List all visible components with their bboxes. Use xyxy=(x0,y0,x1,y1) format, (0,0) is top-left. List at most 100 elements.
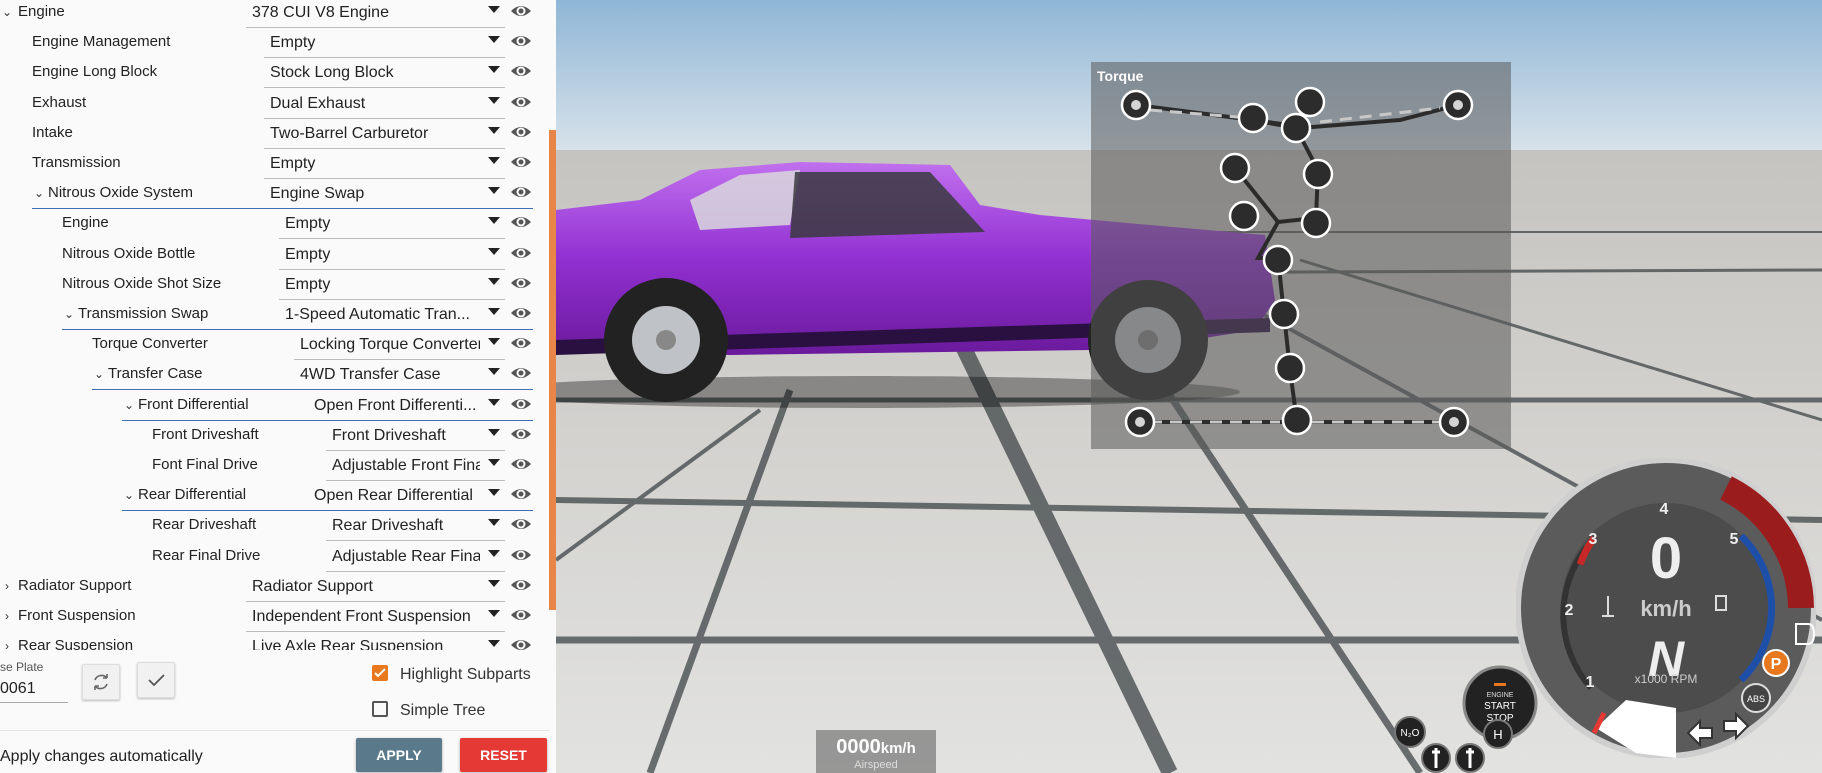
visibility-toggle[interactable] xyxy=(509,242,533,264)
visibility-toggle[interactable] xyxy=(509,30,533,52)
tree-row[interactable]: Exhaust Dual Exhaust xyxy=(0,89,549,119)
chevron-right-icon[interactable]: › xyxy=(0,578,14,594)
tree-row[interactable]: Nitrous Oxide Shot Size Empty xyxy=(0,270,549,300)
chevron-down-icon[interactable]: ⌄ xyxy=(32,185,46,201)
tree-row[interactable]: Transmission Empty xyxy=(0,149,549,179)
dropdown-arrow-icon[interactable] xyxy=(488,36,500,44)
visibility-eye-icon[interactable] xyxy=(509,332,533,354)
dropdown-arrow-icon[interactable] xyxy=(488,368,500,376)
visibility-toggle[interactable] xyxy=(509,121,533,143)
part-select[interactable]: Locking Torque Converter xyxy=(300,336,480,354)
part-select[interactable]: Adjustable Front Final Drive xyxy=(332,457,480,475)
visibility-eye-icon[interactable] xyxy=(509,604,533,626)
dropdown-arrow-icon[interactable] xyxy=(488,519,500,527)
tree-row[interactable]: Rear Driveshaft Rear Driveshaft xyxy=(0,511,549,542)
apply-automatically-label[interactable]: Apply changes automatically xyxy=(0,748,203,766)
part-select[interactable]: Independent Front Suspension xyxy=(252,608,480,626)
dropdown-arrow-icon[interactable] xyxy=(488,489,500,497)
dropdown-arrow-icon[interactable] xyxy=(488,217,500,225)
chevron-down-icon[interactable]: ⌄ xyxy=(122,487,136,503)
part-select[interactable]: Open Front Differenti... xyxy=(314,397,480,415)
visibility-eye-icon[interactable] xyxy=(509,181,533,203)
simple-tree-checkbox[interactable] xyxy=(372,701,388,717)
reset-button[interactable]: RESET xyxy=(460,738,547,772)
tree-row[interactable]: Intake Two-Barrel Carburetor xyxy=(0,119,549,149)
dropdown-arrow-icon[interactable] xyxy=(488,610,500,617)
visibility-eye-icon[interactable] xyxy=(509,393,533,415)
dropdown-arrow-icon[interactable] xyxy=(488,157,500,164)
dropdown-arrow-icon[interactable] xyxy=(488,338,500,346)
game-viewport[interactable]: Torque 0000km/h Airspeed ENGINE START ST… xyxy=(556,0,1822,773)
tree-row[interactable]: Rear Final Drive Adjustable Rear Final Dr… xyxy=(0,542,549,572)
visibility-eye-icon[interactable] xyxy=(509,242,533,264)
tree-row[interactable]: Nitrous Oxide Bottle Empty xyxy=(0,240,549,270)
visibility-toggle[interactable] xyxy=(509,181,533,203)
part-select[interactable]: Adjustable Rear Final Drive xyxy=(332,548,480,566)
part-select[interactable]: Stock Long Block xyxy=(270,64,480,82)
tree-row[interactable]: › Rear Suspension Live Axle Rear Suspensio… xyxy=(0,632,549,650)
visibility-eye-icon[interactable] xyxy=(509,423,533,445)
visibility-eye-icon[interactable] xyxy=(509,453,533,475)
dropdown-arrow-icon[interactable] xyxy=(488,308,500,315)
tree-row[interactable]: › Front Suspension Independent Front Suspe… xyxy=(0,602,549,632)
part-select[interactable]: Two-Barrel Carburetor xyxy=(270,125,480,143)
visibility-toggle[interactable] xyxy=(509,634,533,650)
randomize-button[interactable] xyxy=(82,664,120,700)
dropdown-arrow-icon[interactable] xyxy=(488,126,500,134)
apply-button[interactable]: APPLY xyxy=(356,738,442,772)
visibility-toggle[interactable] xyxy=(509,483,533,505)
tree-row[interactable]: › Radiator Support Radiator Support xyxy=(0,572,549,602)
dropdown-arrow-icon[interactable] xyxy=(488,428,500,436)
visibility-eye-icon[interactable] xyxy=(509,483,533,505)
tree-row[interactable]: ⌄ Transmission Swap 1-Speed Automatic Tran… xyxy=(0,300,549,330)
tree-row[interactable]: ⌄ Transfer Case 4WD Transfer Case xyxy=(0,360,549,391)
visibility-eye-icon[interactable] xyxy=(509,121,533,143)
visibility-toggle[interactable] xyxy=(509,423,533,445)
part-select[interactable]: 378 CUI V8 Engine xyxy=(252,4,480,22)
visibility-toggle[interactable] xyxy=(509,211,533,233)
dropdown-arrow-icon[interactable] xyxy=(488,247,500,255)
dropdown-arrow-icon[interactable] xyxy=(488,579,500,587)
visibility-toggle[interactable] xyxy=(509,302,533,324)
visibility-eye-icon[interactable] xyxy=(509,634,533,650)
tree-row[interactable]: ⌄ Nitrous Oxide System Engine Swap xyxy=(0,179,549,210)
tree-row[interactable]: ⌄ Front Differential Open Front Differenti… xyxy=(0,391,549,421)
visibility-toggle[interactable] xyxy=(509,151,533,173)
part-select[interactable]: Empty xyxy=(270,34,480,52)
visibility-eye-icon[interactable] xyxy=(509,544,533,566)
visibility-toggle[interactable] xyxy=(509,574,533,596)
visibility-toggle[interactable] xyxy=(509,272,533,294)
dropdown-arrow-icon[interactable] xyxy=(488,277,500,285)
dropdown-arrow-icon[interactable] xyxy=(488,398,500,406)
tree-row[interactable]: Torque Converter Locking Torque Converter xyxy=(0,330,549,361)
chevron-right-icon[interactable]: › xyxy=(0,638,14,650)
visibility-eye-icon[interactable] xyxy=(509,0,533,22)
part-select[interactable]: Empty xyxy=(285,246,480,264)
visibility-eye-icon[interactable] xyxy=(509,211,533,233)
visibility-toggle[interactable] xyxy=(509,332,533,354)
highlight-subparts-checkbox[interactable] xyxy=(372,665,388,681)
visibility-eye-icon[interactable] xyxy=(509,91,533,113)
visibility-toggle[interactable] xyxy=(509,544,533,566)
chevron-right-icon[interactable]: › xyxy=(0,608,14,624)
part-select[interactable]: Engine Swap xyxy=(270,185,480,203)
dropdown-arrow-icon[interactable] xyxy=(488,459,500,466)
visibility-toggle[interactable] xyxy=(509,604,533,626)
visibility-toggle[interactable] xyxy=(509,91,533,113)
visibility-toggle[interactable] xyxy=(509,453,533,475)
visibility-toggle[interactable] xyxy=(509,362,533,384)
chevron-down-icon[interactable]: ⌄ xyxy=(122,397,136,413)
visibility-toggle[interactable] xyxy=(509,513,533,535)
visibility-eye-icon[interactable] xyxy=(509,272,533,294)
tree-row[interactable]: ⌄ Engine 378 CUI V8 Engine xyxy=(0,0,549,28)
part-select[interactable]: Dual Exhaust xyxy=(270,95,480,113)
part-select[interactable]: Front Driveshaft xyxy=(332,427,480,445)
part-select[interactable]: Rear Driveshaft xyxy=(332,517,480,535)
visibility-eye-icon[interactable] xyxy=(509,30,533,52)
part-select[interactable]: 1-Speed Automatic Tran... xyxy=(285,306,480,324)
visibility-toggle[interactable] xyxy=(509,0,533,22)
chevron-down-icon[interactable]: ⌄ xyxy=(0,4,14,20)
license-plate-input[interactable]: 0061 xyxy=(0,680,68,703)
visibility-eye-icon[interactable] xyxy=(509,60,533,82)
visibility-eye-icon[interactable] xyxy=(509,151,533,173)
